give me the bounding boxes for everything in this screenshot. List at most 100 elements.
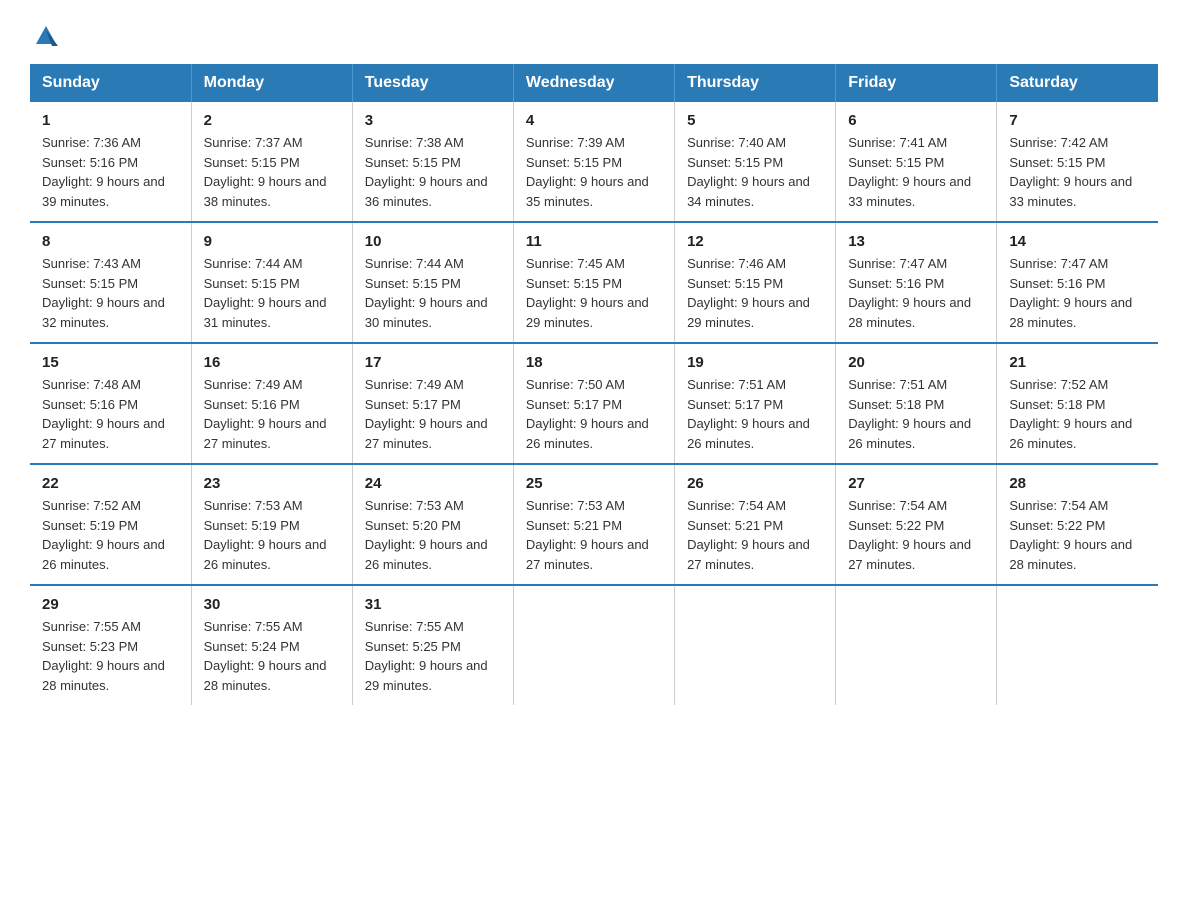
calendar-cell: 1 Sunrise: 7:36 AM Sunset: 5:16 PM Dayli… [30, 102, 191, 222]
calendar-cell: 27 Sunrise: 7:54 AM Sunset: 5:22 PM Dayl… [836, 464, 997, 585]
day-info: Sunrise: 7:54 AM Sunset: 5:22 PM Dayligh… [1009, 496, 1146, 574]
calendar-cell: 2 Sunrise: 7:37 AM Sunset: 5:15 PM Dayli… [191, 102, 352, 222]
calendar-cell: 10 Sunrise: 7:44 AM Sunset: 5:15 PM Dayl… [352, 222, 513, 343]
page-header [30, 20, 1158, 44]
day-number: 25 [526, 475, 662, 492]
day-number: 30 [204, 596, 340, 613]
day-number: 9 [204, 233, 340, 250]
day-number: 22 [42, 475, 179, 492]
day-info: Sunrise: 7:52 AM Sunset: 5:18 PM Dayligh… [1009, 375, 1146, 453]
day-number: 1 [42, 112, 179, 129]
day-number: 24 [365, 475, 501, 492]
calendar-cell: 16 Sunrise: 7:49 AM Sunset: 5:16 PM Dayl… [191, 343, 352, 464]
day-number: 3 [365, 112, 501, 129]
day-number: 23 [204, 475, 340, 492]
calendar-day-header: Tuesday [352, 64, 513, 102]
day-number: 16 [204, 354, 340, 371]
day-info: Sunrise: 7:47 AM Sunset: 5:16 PM Dayligh… [1009, 254, 1146, 332]
calendar-cell: 5 Sunrise: 7:40 AM Sunset: 5:15 PM Dayli… [675, 102, 836, 222]
day-info: Sunrise: 7:47 AM Sunset: 5:16 PM Dayligh… [848, 254, 984, 332]
day-number: 11 [526, 233, 662, 250]
calendar-cell: 18 Sunrise: 7:50 AM Sunset: 5:17 PM Dayl… [513, 343, 674, 464]
day-number: 4 [526, 112, 662, 129]
day-info: Sunrise: 7:38 AM Sunset: 5:15 PM Dayligh… [365, 133, 501, 211]
calendar-header-row: SundayMondayTuesdayWednesdayThursdayFrid… [30, 64, 1158, 102]
day-info: Sunrise: 7:41 AM Sunset: 5:15 PM Dayligh… [848, 133, 984, 211]
calendar-day-header: Thursday [675, 64, 836, 102]
day-number: 12 [687, 233, 823, 250]
day-number: 20 [848, 354, 984, 371]
calendar-cell: 14 Sunrise: 7:47 AM Sunset: 5:16 PM Dayl… [997, 222, 1158, 343]
day-number: 29 [42, 596, 179, 613]
day-info: Sunrise: 7:55 AM Sunset: 5:25 PM Dayligh… [365, 617, 501, 695]
day-number: 10 [365, 233, 501, 250]
calendar-cell: 12 Sunrise: 7:46 AM Sunset: 5:15 PM Dayl… [675, 222, 836, 343]
day-info: Sunrise: 7:36 AM Sunset: 5:16 PM Dayligh… [42, 133, 179, 211]
calendar-cell: 30 Sunrise: 7:55 AM Sunset: 5:24 PM Dayl… [191, 585, 352, 705]
calendar-day-header: Saturday [997, 64, 1158, 102]
calendar-cell: 17 Sunrise: 7:49 AM Sunset: 5:17 PM Dayl… [352, 343, 513, 464]
day-info: Sunrise: 7:51 AM Sunset: 5:18 PM Dayligh… [848, 375, 984, 453]
day-number: 27 [848, 475, 984, 492]
calendar-day-header: Sunday [30, 64, 191, 102]
day-number: 18 [526, 354, 662, 371]
day-info: Sunrise: 7:40 AM Sunset: 5:15 PM Dayligh… [687, 133, 823, 211]
day-number: 21 [1009, 354, 1146, 371]
day-info: Sunrise: 7:52 AM Sunset: 5:19 PM Dayligh… [42, 496, 179, 574]
calendar-cell [513, 585, 674, 705]
day-number: 6 [848, 112, 984, 129]
day-number: 5 [687, 112, 823, 129]
calendar-cell: 28 Sunrise: 7:54 AM Sunset: 5:22 PM Dayl… [997, 464, 1158, 585]
day-number: 8 [42, 233, 179, 250]
calendar-cell: 24 Sunrise: 7:53 AM Sunset: 5:20 PM Dayl… [352, 464, 513, 585]
calendar-cell: 11 Sunrise: 7:45 AM Sunset: 5:15 PM Dayl… [513, 222, 674, 343]
day-info: Sunrise: 7:37 AM Sunset: 5:15 PM Dayligh… [204, 133, 340, 211]
calendar-cell: 31 Sunrise: 7:55 AM Sunset: 5:25 PM Dayl… [352, 585, 513, 705]
day-info: Sunrise: 7:53 AM Sunset: 5:19 PM Dayligh… [204, 496, 340, 574]
day-info: Sunrise: 7:48 AM Sunset: 5:16 PM Dayligh… [42, 375, 179, 453]
day-info: Sunrise: 7:43 AM Sunset: 5:15 PM Dayligh… [42, 254, 179, 332]
calendar-day-header: Friday [836, 64, 997, 102]
calendar-cell: 22 Sunrise: 7:52 AM Sunset: 5:19 PM Dayl… [30, 464, 191, 585]
day-info: Sunrise: 7:49 AM Sunset: 5:17 PM Dayligh… [365, 375, 501, 453]
day-number: 15 [42, 354, 179, 371]
day-number: 17 [365, 354, 501, 371]
day-info: Sunrise: 7:55 AM Sunset: 5:24 PM Dayligh… [204, 617, 340, 695]
calendar-cell: 7 Sunrise: 7:42 AM Sunset: 5:15 PM Dayli… [997, 102, 1158, 222]
calendar-day-header: Monday [191, 64, 352, 102]
day-info: Sunrise: 7:55 AM Sunset: 5:23 PM Dayligh… [42, 617, 179, 695]
day-info: Sunrise: 7:54 AM Sunset: 5:21 PM Dayligh… [687, 496, 823, 574]
calendar-cell: 4 Sunrise: 7:39 AM Sunset: 5:15 PM Dayli… [513, 102, 674, 222]
calendar-table: SundayMondayTuesdayWednesdayThursdayFrid… [30, 64, 1158, 705]
day-number: 2 [204, 112, 340, 129]
day-info: Sunrise: 7:45 AM Sunset: 5:15 PM Dayligh… [526, 254, 662, 332]
day-info: Sunrise: 7:42 AM Sunset: 5:15 PM Dayligh… [1009, 133, 1146, 211]
calendar-cell: 8 Sunrise: 7:43 AM Sunset: 5:15 PM Dayli… [30, 222, 191, 343]
day-info: Sunrise: 7:53 AM Sunset: 5:20 PM Dayligh… [365, 496, 501, 574]
calendar-day-header: Wednesday [513, 64, 674, 102]
day-number: 13 [848, 233, 984, 250]
day-info: Sunrise: 7:39 AM Sunset: 5:15 PM Dayligh… [526, 133, 662, 211]
calendar-cell [675, 585, 836, 705]
calendar-cell: 13 Sunrise: 7:47 AM Sunset: 5:16 PM Dayl… [836, 222, 997, 343]
calendar-cell: 26 Sunrise: 7:54 AM Sunset: 5:21 PM Dayl… [675, 464, 836, 585]
day-info: Sunrise: 7:44 AM Sunset: 5:15 PM Dayligh… [204, 254, 340, 332]
day-number: 31 [365, 596, 501, 613]
calendar-cell: 3 Sunrise: 7:38 AM Sunset: 5:15 PM Dayli… [352, 102, 513, 222]
day-number: 7 [1009, 112, 1146, 129]
calendar-cell: 19 Sunrise: 7:51 AM Sunset: 5:17 PM Dayl… [675, 343, 836, 464]
day-info: Sunrise: 7:54 AM Sunset: 5:22 PM Dayligh… [848, 496, 984, 574]
calendar-cell: 9 Sunrise: 7:44 AM Sunset: 5:15 PM Dayli… [191, 222, 352, 343]
day-number: 28 [1009, 475, 1146, 492]
day-info: Sunrise: 7:49 AM Sunset: 5:16 PM Dayligh… [204, 375, 340, 453]
day-number: 19 [687, 354, 823, 371]
day-info: Sunrise: 7:44 AM Sunset: 5:15 PM Dayligh… [365, 254, 501, 332]
calendar-cell: 23 Sunrise: 7:53 AM Sunset: 5:19 PM Dayl… [191, 464, 352, 585]
calendar-week-row: 15 Sunrise: 7:48 AM Sunset: 5:16 PM Dayl… [30, 343, 1158, 464]
day-info: Sunrise: 7:53 AM Sunset: 5:21 PM Dayligh… [526, 496, 662, 574]
calendar-cell: 15 Sunrise: 7:48 AM Sunset: 5:16 PM Dayl… [30, 343, 191, 464]
day-info: Sunrise: 7:51 AM Sunset: 5:17 PM Dayligh… [687, 375, 823, 453]
day-number: 14 [1009, 233, 1146, 250]
calendar-cell: 21 Sunrise: 7:52 AM Sunset: 5:18 PM Dayl… [997, 343, 1158, 464]
calendar-week-row: 8 Sunrise: 7:43 AM Sunset: 5:15 PM Dayli… [30, 222, 1158, 343]
